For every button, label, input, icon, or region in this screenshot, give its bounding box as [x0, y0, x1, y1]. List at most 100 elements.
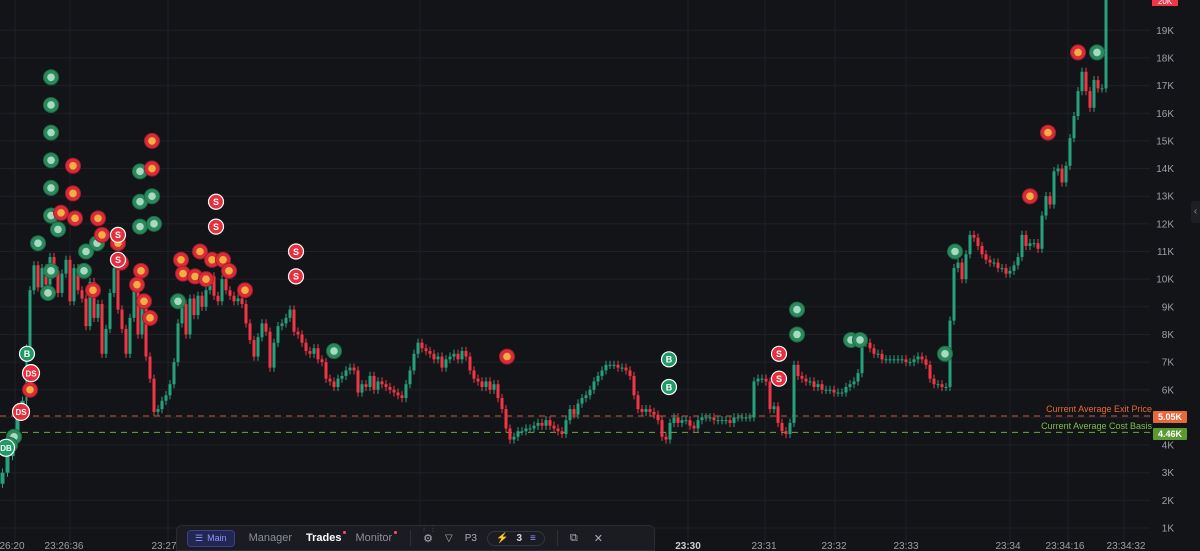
candle-body	[72, 268, 76, 302]
candle-body	[476, 378, 480, 382]
candle-body	[108, 292, 112, 329]
collapse-panel-button[interactable]: ‹	[1191, 201, 1200, 223]
marker-icon-face	[47, 101, 55, 109]
y-tick-label: 4K	[1162, 441, 1175, 452]
candle-body	[148, 356, 152, 379]
candle-body	[260, 323, 264, 338]
candle-body	[440, 356, 444, 368]
marker-label: S	[213, 222, 219, 232]
candle-body	[952, 268, 956, 321]
candle-body	[824, 389, 828, 391]
candle-body	[232, 295, 236, 302]
y-tick-label: 3K	[1162, 468, 1175, 479]
filter-icon[interactable]: ▽	[445, 533, 453, 544]
candle-body	[348, 367, 352, 371]
tab-monitor[interactable]: Monitor	[355, 531, 398, 544]
candle-body	[560, 431, 564, 434]
candle-body	[516, 431, 520, 437]
candle-body	[684, 420, 688, 422]
candle-body	[264, 323, 268, 332]
popout-icon[interactable]: ⧉	[570, 532, 578, 545]
candle-body	[936, 384, 940, 386]
exit-price-tag: 5.05K	[1153, 411, 1187, 423]
candle-body	[1012, 265, 1016, 271]
main-label: Main	[207, 533, 227, 543]
exit-price-line-label: Current Average Exit Price	[1046, 404, 1152, 414]
marker-icon-face	[148, 137, 156, 145]
candle-body	[688, 420, 692, 426]
marker-icon-face	[1044, 128, 1052, 137]
marker-icon-face	[69, 189, 77, 198]
candle-body	[736, 417, 740, 419]
candle-body	[596, 375, 600, 382]
candle-body	[1064, 165, 1068, 183]
candle-body	[292, 309, 296, 332]
y-tick-label: 9K	[1162, 302, 1175, 313]
marker-icon-face	[856, 336, 864, 344]
marker-icon-face	[89, 286, 97, 295]
candle-body	[424, 348, 428, 352]
candle-body	[276, 326, 280, 343]
price-chart[interactable]: DBDSDSBSSSSSSBBSS 1K2K3K4K5K6K7K8K9K10K1…	[0, 0, 1200, 551]
candle-body	[772, 406, 776, 410]
marker-label: DB	[0, 444, 12, 453]
candle-body	[1100, 88, 1104, 90]
candle-body	[956, 262, 960, 269]
drag-handle-icon[interactable]: ⋮⋮	[420, 524, 438, 533]
tab-manager[interactable]: Manager	[249, 532, 292, 544]
candle-body	[112, 268, 116, 293]
marker-label: DS	[25, 369, 37, 378]
marker-icon-face	[54, 225, 62, 234]
candle-body	[472, 370, 476, 379]
tab-trades[interactable]: Trades	[306, 531, 347, 544]
pane-selector[interactable]: P3	[465, 533, 477, 544]
candle-body	[468, 356, 472, 371]
candle-body	[856, 373, 860, 382]
candle-body	[1096, 80, 1100, 89]
y-tick-label: 8K	[1162, 330, 1175, 341]
count-value: 3	[516, 532, 522, 544]
x-tick-label: 26:20	[0, 541, 25, 551]
marker-icon-face	[26, 385, 34, 394]
candle-body	[460, 351, 464, 360]
marker-icon-face	[137, 267, 145, 275]
candle-body	[364, 384, 368, 387]
candle-body	[32, 265, 36, 291]
marker-icon-face	[148, 192, 156, 200]
candle-body	[752, 381, 756, 418]
candle-body	[868, 342, 872, 349]
candle-body	[1088, 91, 1092, 108]
candle-body	[1008, 270, 1012, 274]
candle-body	[224, 279, 228, 291]
candle-body	[704, 417, 708, 419]
marker-icon-face	[47, 128, 55, 137]
candle-body	[884, 359, 888, 361]
gear-icon[interactable]: ⚙	[423, 532, 433, 545]
y-tick-label: 13K	[1156, 192, 1174, 203]
x-tick-label: 23:26:36	[45, 541, 84, 551]
close-icon[interactable]: ✕	[594, 532, 603, 545]
candle-body	[728, 420, 732, 423]
candle-body	[880, 353, 884, 360]
candle-body	[500, 398, 504, 410]
candle-body	[360, 384, 364, 393]
main-layout-button[interactable]: ☰ Main	[187, 529, 235, 547]
marker-icon-face	[44, 289, 52, 297]
candle-body	[756, 378, 760, 382]
marker-label: DS	[15, 408, 27, 417]
candle-body	[928, 364, 932, 379]
marker-icon-face	[34, 239, 42, 248]
candle-body	[332, 381, 336, 387]
quick-buy-count[interactable]: ⚡ 3 ≡	[486, 530, 545, 546]
candle-body	[252, 339, 256, 357]
candle-body	[776, 406, 780, 423]
candle-body	[988, 259, 992, 263]
candle-body	[352, 367, 356, 371]
candle-body	[192, 298, 196, 316]
candle-body	[356, 370, 360, 393]
candle-body	[304, 342, 308, 352]
x-tick-label: 23:30	[675, 541, 701, 551]
candle-body	[660, 420, 664, 437]
x-tick-label: 23:31	[751, 541, 776, 551]
candle-body	[624, 367, 628, 371]
